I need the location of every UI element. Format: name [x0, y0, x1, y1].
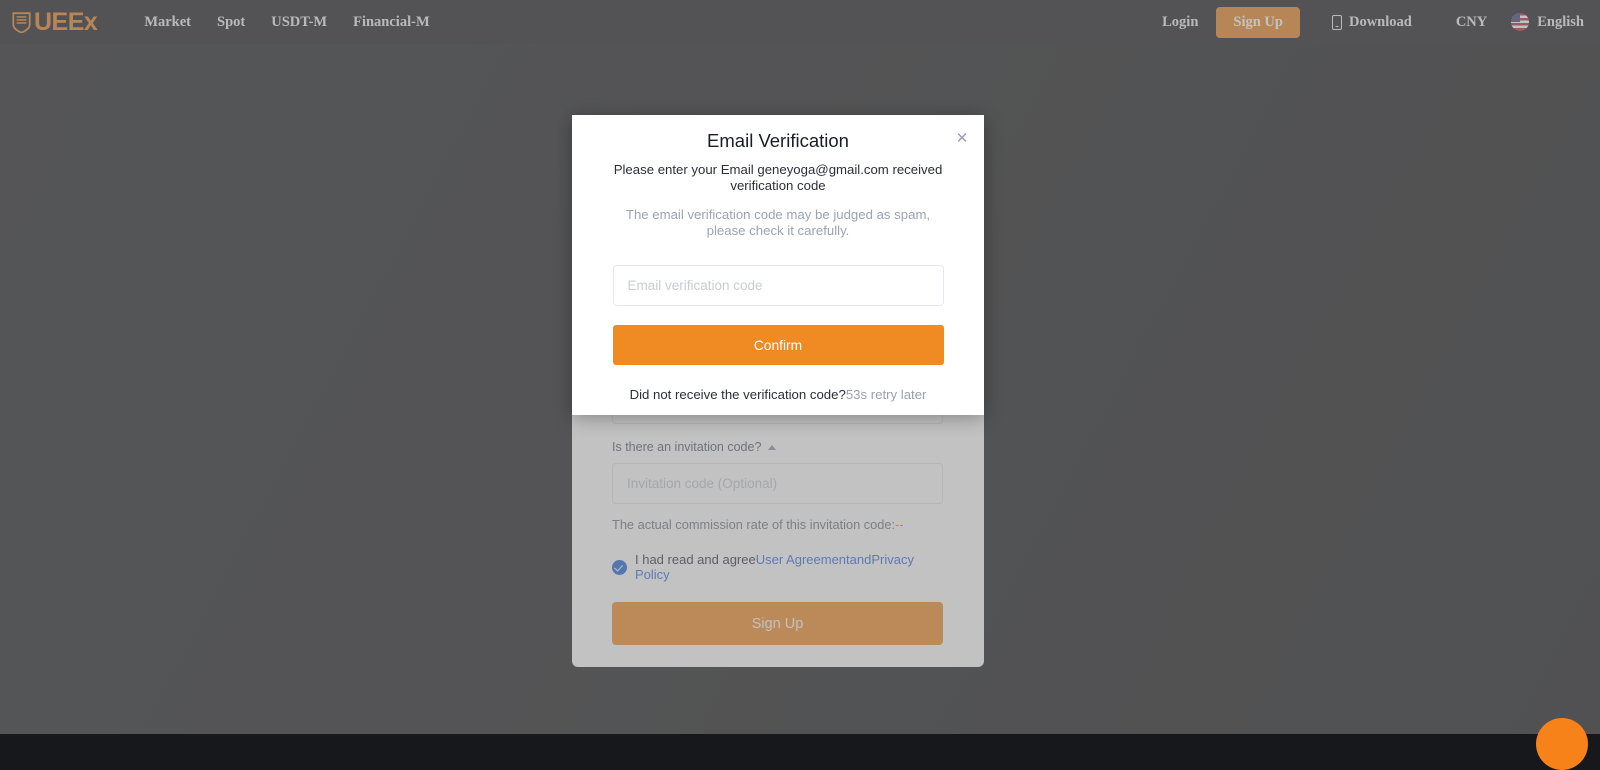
verification-code-placeholder: Email verification code — [628, 278, 763, 293]
modal-subtitle: Please enter your Email geneyoga@gmail.c… — [572, 152, 984, 193]
resend-prompt: Did not receive the verification code? — [630, 387, 846, 402]
page-root: UEEx Market Spot USDT-M Financial-M Logi… — [0, 0, 1600, 734]
verification-code-input[interactable]: Email verification code — [613, 265, 944, 306]
chat-support-button[interactable] — [1536, 718, 1588, 770]
close-icon[interactable]: ✕ — [954, 131, 970, 147]
email-verification-modal: ✕ Email Verification Please enter your E… — [572, 115, 984, 415]
resend-timer[interactable]: 53s retry later — [846, 387, 927, 402]
modal-title: Email Verification — [572, 115, 984, 152]
modal-spam-warning: The email verification code may be judge… — [572, 193, 984, 238]
confirm-button[interactable]: Confirm — [613, 325, 944, 365]
resend-row: Did not receive the verification code?53… — [572, 387, 984, 402]
